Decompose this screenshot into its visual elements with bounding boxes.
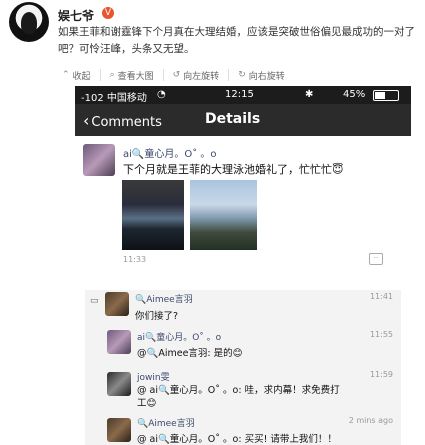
wifi-icon: ◔ <box>157 89 166 100</box>
comment-more-icon[interactable]: ·· <box>369 253 383 265</box>
carrier-label: -102 中国移动 <box>81 93 147 104</box>
avatar[interactable] <box>107 372 131 396</box>
rotate-right-button[interactable]: ↻ 向右旋转 <box>228 69 294 82</box>
list-item[interactable]: jowin雯 11:59 @ ai🔍童心月。O˚ 。o: 哇，求内幕！求免费打工… <box>85 366 401 412</box>
view-large-button[interactable]: ⌕ 查看大图 <box>99 69 163 82</box>
page-title: Details <box>205 111 261 127</box>
image-actions-bar: ⌃ 收起 ⌕ 查看大图 ↺ 向左旋转 ↻ 向右旋转 <box>58 69 294 85</box>
vip-badge-icon: V <box>102 7 114 19</box>
nav-bar: ‹ Comments Details <box>75 104 411 136</box>
back-button[interactable]: ‹ Comments <box>83 111 162 130</box>
clock-label: 12:15 <box>225 89 254 100</box>
battery-level <box>375 92 385 99</box>
post-text: 如果王菲和谢霆锋下个月真在大理结婚，应该是突破世俗偏见最成功的一对了吧？可怜汪峰… <box>58 26 415 55</box>
comment-time: 11:41 <box>369 292 393 301</box>
reply-icon: ▭ <box>90 296 99 306</box>
comment-time: 11:59 <box>369 370 393 379</box>
comment-time: 11:55 <box>369 330 393 339</box>
chevron-left-icon: ‹ <box>83 111 90 130</box>
rotate-left-icon: ↺ <box>172 70 181 80</box>
comment-time: 2 mins ago <box>348 416 393 425</box>
comment-text: @🔍Aimee言羽: 是的😊 <box>137 348 243 359</box>
author-name[interactable]: 娱七爷 <box>58 7 94 24</box>
battery-label: 45% <box>343 89 366 100</box>
comment-author[interactable]: jowin雯 <box>137 370 170 383</box>
collapse-button[interactable]: ⌃ 收起 <box>58 69 100 82</box>
pool-photo[interactable] <box>122 180 184 250</box>
phone-screenshot[interactable]: -102 中国移动 ◔ 12:15 ✱ 45% ‹ Comments Detail… <box>75 86 411 445</box>
rotate-right-icon: ↻ <box>238 70 246 80</box>
comment-text: @ ai🔍童心月。O˚ 。o: 买买! 请带上我们！！ <box>137 434 337 445</box>
bluetooth-icon: ✱ <box>305 89 314 100</box>
landscape-photo[interactable] <box>190 180 257 250</box>
avatar[interactable] <box>107 418 131 442</box>
magnify-icon: ⌕ <box>109 70 115 80</box>
comment-author[interactable]: 🔍Aimee言羽 <box>137 416 195 429</box>
moment-time: 11:33 <box>123 255 147 264</box>
comment-text: 你们接了? <box>135 311 179 322</box>
moment-text: 下个月就是王菲的大理泳池婚礼了，忙忙忙😇 <box>123 163 344 176</box>
battery-icon <box>373 90 399 101</box>
avatar[interactable] <box>105 292 129 316</box>
comment-author[interactable]: ai🔍童心月。O˚ 。o <box>137 330 221 343</box>
poster-avatar[interactable] <box>83 144 115 176</box>
comment-text: @ ai🔍童心月。O˚ 。o: 哇，求内幕！求免费打工😊 <box>137 385 340 409</box>
collapse-icon: ⌃ <box>62 70 70 80</box>
status-bar: -102 中国移动 ◔ 12:15 ✱ 45% <box>75 86 411 104</box>
author-avatar[interactable] <box>9 2 49 42</box>
avatar[interactable] <box>107 330 131 354</box>
list-item[interactable]: 🔍Aimee言羽 2 mins ago @ ai🔍童心月。O˚ 。o: 买买! … <box>85 412 401 445</box>
poster-name[interactable]: ai🔍童心月。O˚ 。o <box>123 145 217 160</box>
comment-author[interactable]: 🔍Aimee言羽 <box>135 292 193 305</box>
rotate-left-button[interactable]: ↺ 向左旋转 <box>162 69 229 82</box>
